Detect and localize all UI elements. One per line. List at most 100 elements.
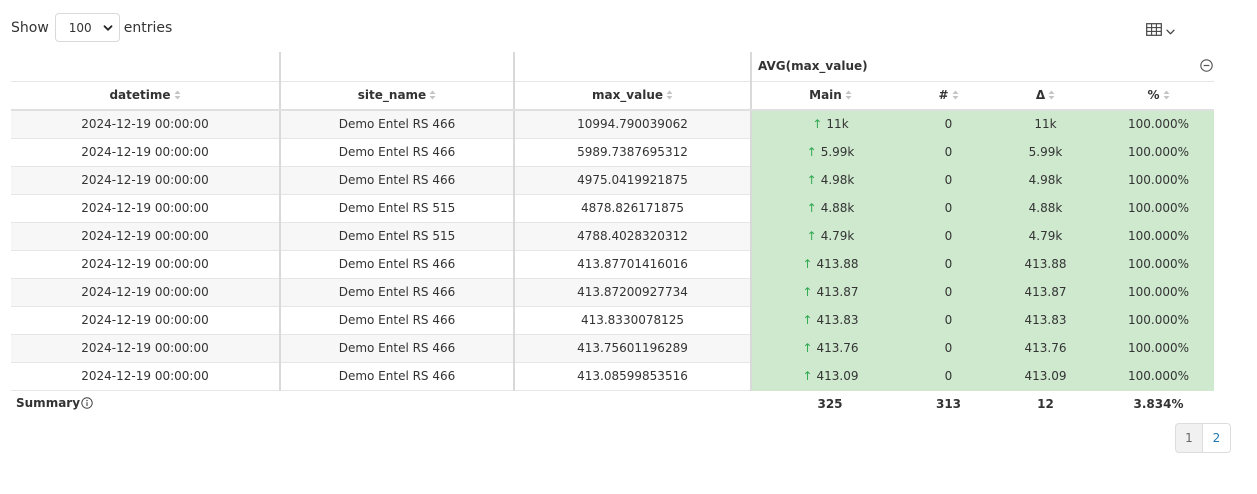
arrow-up-icon: ↑ — [802, 257, 813, 271]
cell-count: 0 — [909, 110, 988, 139]
cell-max-value: 413.87701416016 — [513, 250, 751, 279]
cell-delta: 413.88 — [988, 250, 1103, 279]
main-value: 5.99k — [820, 145, 855, 159]
arrow-up-icon: ↑ — [802, 341, 813, 355]
main-value: 4.88k — [820, 201, 855, 215]
minus-circle-icon[interactable] — [1200, 59, 1213, 75]
table-row: 2024-12-19 00:00:00 Demo Entel RS 466 413.… — [11, 362, 1215, 391]
cell-delta: 4.79k — [988, 222, 1103, 251]
cell-percent: 100.000% — [1103, 110, 1215, 139]
cell-site-name: Demo Entel RS 466 — [279, 138, 514, 167]
main-value: 4.79k — [820, 229, 855, 243]
table-body: 2024-12-19 00:00:00 Demo Entel RS 466 1099… — [11, 110, 1215, 391]
show-label: Show — [11, 19, 49, 36]
column-header-count[interactable]: # — [909, 81, 988, 111]
cell-delta: 4.88k — [988, 194, 1103, 223]
column-header-percent[interactable]: % — [1103, 81, 1215, 111]
cell-percent: 100.000% — [1103, 222, 1215, 251]
table-grid-icon — [1146, 21, 1162, 40]
cell-percent: 100.000% — [1103, 306, 1215, 335]
page-button-2[interactable]: 2 — [1203, 423, 1231, 453]
cell-max-value: 413.87200927734 — [513, 278, 751, 307]
column-header-max-value[interactable]: max_value — [513, 81, 751, 111]
cell-count: 0 — [909, 334, 988, 363]
table-row: 2024-12-19 00:00:00 Demo Entel RS 515 4878… — [11, 194, 1215, 223]
cell-count: 0 — [909, 194, 988, 223]
cell-max-value: 4788.4028320312 — [513, 222, 751, 251]
cell-max-value: 4975.0419921875 — [513, 166, 751, 195]
main-value: 413.87 — [816, 285, 859, 299]
cell-datetime: 2024-12-19 00:00:00 — [11, 278, 280, 307]
group-header-empty — [513, 52, 751, 82]
cell-count: 0 — [909, 222, 988, 251]
cell-delta: 413.83 — [988, 306, 1103, 335]
cell-main: ↑ 5.99k — [750, 138, 909, 167]
cell-datetime: 2024-12-19 00:00:00 — [11, 306, 280, 335]
column-header-main[interactable]: Main — [750, 81, 909, 111]
table-row: 2024-12-19 00:00:00 Demo Entel RS 466 1099… — [11, 110, 1215, 139]
cell-max-value: 413.75601196289 — [513, 334, 751, 363]
cell-site-name: Demo Entel RS 466 — [279, 306, 514, 335]
cell-main: ↑ 4.88k — [750, 194, 909, 223]
column-header-row: datetime site_name max_value Main # Δ % — [11, 81, 1215, 111]
cell-site-name: Demo Entel RS 515 — [279, 194, 514, 223]
cell-datetime: 2024-12-19 00:00:00 — [11, 334, 280, 363]
cell-datetime: 2024-12-19 00:00:00 — [11, 194, 280, 223]
cell-percent: 100.000% — [1103, 362, 1215, 391]
cell-main: ↑ 11k — [750, 110, 909, 139]
cell-count: 0 — [909, 250, 988, 279]
group-header-empty — [279, 52, 514, 82]
cell-count: 0 — [909, 138, 988, 167]
cell-site-name: Demo Entel RS 466 — [279, 278, 514, 307]
table-row: 2024-12-19 00:00:00 Demo Entel RS 466 5989… — [11, 138, 1215, 167]
cell-count: 0 — [909, 306, 988, 335]
sort-icon — [429, 89, 436, 103]
cell-datetime: 2024-12-19 00:00:00 — [11, 110, 280, 139]
cell-delta: 4.98k — [988, 166, 1103, 195]
column-header-datetime[interactable]: datetime — [11, 81, 280, 111]
cell-datetime: 2024-12-19 00:00:00 — [11, 138, 280, 167]
entries-label: entries — [123, 19, 173, 36]
group-header-row: AVG(max_value) — [11, 52, 1215, 82]
summary-main: 325 — [817, 397, 843, 412]
summary-empty — [514, 390, 751, 418]
main-value: 4.98k — [820, 173, 855, 187]
cell-site-name: Demo Entel RS 466 — [279, 362, 514, 391]
chevron-down-icon — [1166, 21, 1175, 40]
page-size-control: Show 100 entries — [11, 13, 172, 42]
summary-percent: 3.834% — [1133, 397, 1184, 412]
table-row: 2024-12-19 00:00:00 Demo Entel RS 466 413.… — [11, 250, 1215, 279]
table-row: 2024-12-19 00:00:00 Demo Entel RS 466 413.… — [11, 278, 1215, 307]
column-header-site-name[interactable]: site_name — [279, 81, 514, 111]
cell-main: ↑ 413.87 — [750, 278, 909, 307]
cell-datetime: 2024-12-19 00:00:00 — [11, 362, 280, 391]
summary-delta: 12 — [1037, 397, 1054, 412]
column-header-delta[interactable]: Δ — [988, 81, 1103, 111]
cell-site-name: Demo Entel RS 466 — [279, 334, 514, 363]
arrow-up-icon: ↑ — [806, 229, 817, 243]
group-header-label: AVG(max_value) — [758, 59, 868, 74]
page-size-value: 100 — [68, 20, 92, 35]
info-circle-icon[interactable] — [81, 397, 93, 412]
cell-main: ↑ 4.79k — [750, 222, 909, 251]
page-size-select[interactable]: 100 — [54, 13, 120, 42]
table-row: 2024-12-19 00:00:00 Demo Entel RS 466 413.… — [11, 334, 1215, 363]
cell-count: 0 — [909, 278, 988, 307]
arrow-up-icon: ↑ — [806, 145, 817, 159]
cell-delta: 413.87 — [988, 278, 1103, 307]
sort-icon — [1048, 89, 1055, 103]
cell-main: ↑ 4.98k — [750, 166, 909, 195]
cell-percent: 100.000% — [1103, 334, 1215, 363]
cell-percent: 100.000% — [1103, 166, 1215, 195]
data-table: AVG(max_value) datetime site_name max_va… — [11, 52, 1215, 418]
arrow-up-icon: ↑ — [802, 313, 813, 327]
table-row: 2024-12-19 00:00:00 Demo Entel RS 515 4788… — [11, 222, 1215, 251]
cell-main: ↑ 413.88 — [750, 250, 909, 279]
table-view-toggle[interactable] — [1146, 21, 1175, 40]
cell-count: 0 — [909, 166, 988, 195]
summary-label: Summary — [16, 396, 81, 411]
page-button-1[interactable]: 1 — [1175, 423, 1203, 453]
summary-count: 313 — [935, 397, 962, 412]
main-value: 413.83 — [816, 313, 859, 327]
group-header-empty — [11, 52, 280, 82]
